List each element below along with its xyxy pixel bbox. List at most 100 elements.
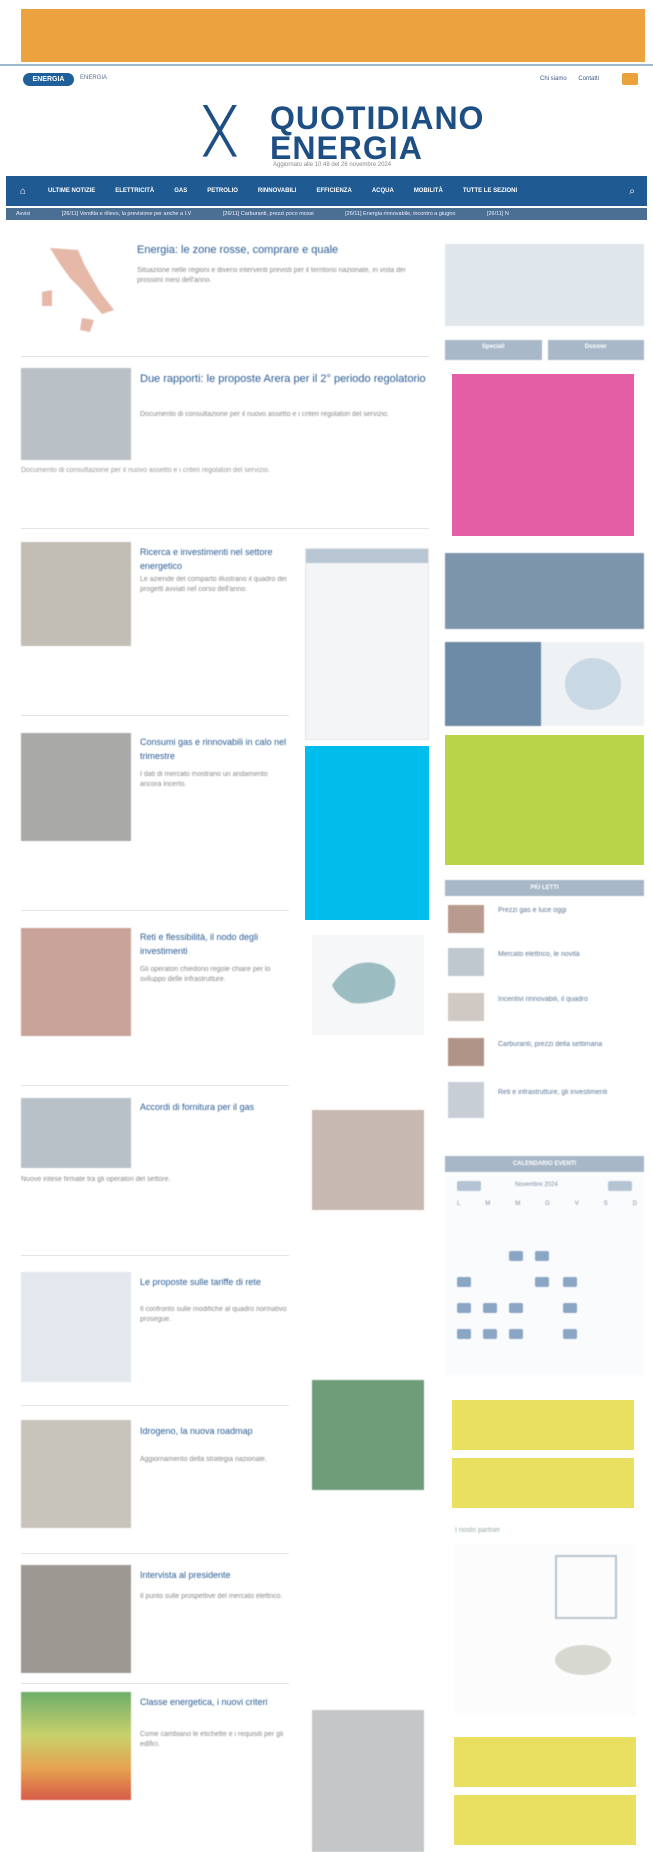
site-logo[interactable]: ᚷ QUOTIDIANO ENERGIA Aggiornato alle 10:… [203,100,483,170]
cyan-ad[interactable] [305,746,429,920]
article-title[interactable]: Accordi di fornitura per il gas [140,1100,290,1114]
yellow-ad-3[interactable] [454,1737,636,1787]
nav-item-gas[interactable]: GAS [174,188,187,194]
news-ticker[interactable]: Avvisi [26/11] Vendita e rilievo, la pre… [6,208,647,220]
article-title[interactable]: Due rapporti: le proposte Arera per il 2… [140,372,428,386]
util-link-about[interactable]: Chi siamo [540,76,567,82]
calendar-event-day[interactable] [563,1303,577,1313]
weekday-label: M [515,1201,521,1207]
article-thumbnail[interactable] [21,1565,131,1673]
calendar-event-day[interactable] [509,1251,523,1261]
article-title[interactable]: Intervista al presidente [140,1568,290,1582]
brand-pill-logo[interactable]: ENERGIA [23,73,74,86]
divider [21,1683,289,1684]
article-excerpt: Aggiornamento della strategia nazionale. [140,1456,267,1463]
middle-article-thumbnail[interactable] [312,1380,424,1490]
nav-item-all-sections[interactable]: TUTTE LE SEZIONI [463,188,517,194]
sidebar-promo-banner[interactable] [445,553,644,629]
calendar-event-day[interactable] [509,1303,523,1313]
sidebar-promo-box[interactable] [445,244,644,326]
most-read-item[interactable]: Prezzi gas e luce oggi [498,906,644,916]
article-title[interactable]: Energia: le zone rosse, comprare e quale [137,243,427,257]
ticker-item[interactable]: [26/11] Carburanti, prezzi poco mossi [223,211,314,217]
yellow-ad-4[interactable] [454,1795,636,1845]
article-excerpt: Le aziende del comparto illustrano il qu… [140,576,287,593]
ticker-item[interactable]: [26/11] N [487,211,509,217]
calendar-event-day[interactable] [483,1329,497,1339]
most-read-thumb[interactable] [448,1038,484,1066]
article-thumbnail[interactable] [21,1272,131,1382]
partners-logos[interactable] [455,1545,635,1715]
ticker-item[interactable]: [26/11] Energia rinnovabile, incontro a … [345,211,455,217]
article-thumbnail[interactable] [21,368,131,460]
article-title[interactable]: Idrogeno, la nuova roadmap [140,1424,290,1438]
calendar-month: Novembre 2024 [515,1182,558,1188]
most-read-item[interactable]: Reti e infrastrutture, gli investimenti [498,1088,644,1098]
calendar-event-day[interactable] [509,1329,523,1339]
partners-title: I nostri partner [455,1527,501,1534]
calendar-event-day[interactable] [457,1329,471,1339]
article-excerpt: Il confronto sulle modifiche al quadro n… [140,1306,287,1323]
middle-article-thumbnail[interactable] [312,1110,424,1210]
article-excerpt: Nuove intese firmate tra gli operatori d… [21,1176,171,1183]
green-ad[interactable] [445,735,644,865]
nav-item-renewables[interactable]: RINNOVABILI [258,188,297,194]
article-title[interactable]: Reti e flessibilità, il nodo degli inves… [140,930,290,958]
top-banner-ad[interactable] [21,9,645,62]
article-thumbnail[interactable] [21,928,131,1036]
article-title[interactable]: Classe energetica, i nuovi criteri [140,1695,290,1709]
most-read-thumb[interactable] [448,948,484,976]
calendar-event-day[interactable] [535,1277,549,1287]
sidebar-tab-dossier[interactable]: Dossier [547,340,644,360]
article-title[interactable]: Consumi gas e rinnovabili in calo nel tr… [140,735,290,763]
article-thumbnail-italy-map[interactable] [30,240,120,340]
article-thumbnail-energy-class[interactable] [21,1692,131,1800]
most-read-thumb[interactable] [448,993,484,1021]
calendar-event-day[interactable] [535,1251,549,1261]
divider [21,1405,289,1406]
search-icon[interactable]: ⌕ [629,186,635,197]
weekday-label: M [485,1201,491,1207]
magenta-ad[interactable] [452,374,634,536]
calendar-event-day[interactable] [457,1277,471,1287]
calendar-event-day[interactable] [483,1303,497,1313]
ticker-item[interactable]: [26/11] Vendita e rilievo, la previsione… [62,211,192,217]
home-icon[interactable]: ⌂ [20,186,48,197]
nav-item-water[interactable]: ACQUA [372,188,394,194]
nav-item-efficiency[interactable]: EFFICIENZA [316,188,351,194]
nav-item-oil[interactable]: PETROLIO [207,188,238,194]
cart-icon[interactable] [622,73,638,85]
article-thumbnail[interactable] [21,733,131,841]
article-thumbnail[interactable] [21,1420,131,1528]
article-title[interactable]: Ricerca e investimenti nel settore energ… [140,545,290,573]
yellow-ad-1[interactable] [452,1400,634,1450]
yellow-ad-2[interactable] [452,1458,634,1508]
article-title[interactable]: Le proposte sulle tariffe di rete [140,1275,290,1289]
most-read-thumb[interactable] [448,905,484,933]
middle-map-thumbnail[interactable] [312,935,424,1035]
most-read-item[interactable]: Incentivi rinnovabili, il quadro [498,995,644,1005]
most-read-thumb[interactable] [448,1082,484,1118]
calendar-prev-button[interactable] [457,1181,481,1191]
calendar-next-button[interactable] [608,1181,632,1191]
article-thumbnail[interactable] [21,1098,131,1168]
brand-subtext: ENERGIA [80,75,108,81]
weekday-label: D [632,1201,637,1207]
article-excerpt: Gli operatori chiedono regole chiare per… [140,966,271,983]
most-read-item[interactable]: Mercato elettrico, le novità [498,950,644,960]
middle-article-thumbnail[interactable] [312,1710,424,1852]
article-thumbnail[interactable] [21,542,131,646]
most-read-header: PIÙ LETTI [445,880,644,896]
calendar-event-day[interactable] [563,1329,577,1339]
article-excerpt: Il punto sulle prospettive del mercato e… [140,1593,283,1600]
sidebar-promo-logos[interactable] [445,642,644,726]
divider [21,910,289,911]
nav-item-latest[interactable]: ULTIME NOTIZIE [48,188,95,194]
sidebar-tab-specials[interactable]: Speciali [445,340,542,360]
nav-item-electricity[interactable]: ELETTRICITÀ [115,188,154,194]
util-link-contacts[interactable]: Contatti [578,76,599,82]
nav-item-mobility[interactable]: MOBILITÀ [414,188,443,194]
calendar-event-day[interactable] [563,1277,577,1287]
most-read-item[interactable]: Carburanti, prezzi della settimana [498,1040,644,1050]
calendar-event-day[interactable] [457,1303,471,1313]
